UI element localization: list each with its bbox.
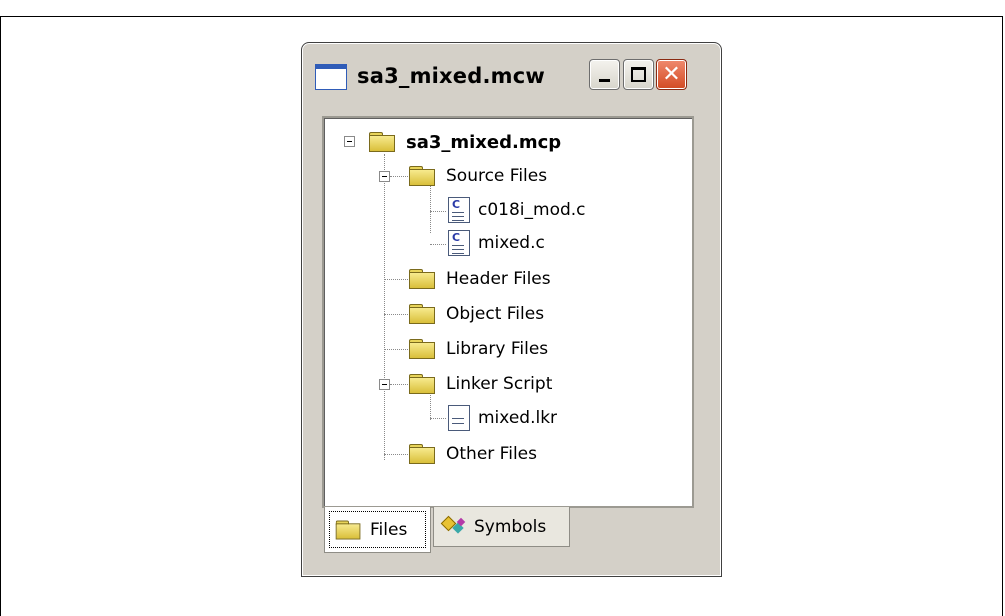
tree-item-other-files[interactable]: Other Files: [408, 442, 537, 466]
collapse-linker-script-icon[interactable]: [379, 379, 390, 390]
symbols-icon: [440, 515, 468, 538]
tree-item-label: sa3_mixed.mcp: [406, 131, 562, 153]
tree-line: [430, 185, 431, 233]
close-icon: ✕: [662, 62, 681, 87]
window-icon: [315, 64, 347, 90]
project-tree[interactable]: sa3_mixed.mcp Source Files C c018i_mod.c…: [322, 116, 694, 508]
tree-item-label: Source Files: [446, 166, 548, 186]
window-title: sa3_mixed.mcw: [357, 64, 545, 88]
tree-item-object-files[interactable]: Object Files: [408, 302, 544, 326]
text-file-icon: [448, 405, 470, 431]
minimize-button[interactable]: [589, 59, 620, 90]
tree-item-file-c018i-mod[interactable]: C c018i_mod.c: [448, 197, 586, 223]
folder-icon: [408, 165, 438, 187]
tree-item-label: mixed.lkr: [478, 408, 558, 428]
folder-icon: [408, 373, 438, 395]
tree-item-library-files[interactable]: Library Files: [408, 337, 548, 361]
tree-item-linker-script[interactable]: Linker Script: [408, 372, 552, 396]
tab-files[interactable]: Files: [324, 507, 431, 553]
folder-icon: [408, 338, 438, 360]
maximize-icon: [631, 67, 646, 82]
folder-icon: [408, 443, 438, 465]
tree-line: [390, 384, 408, 385]
c-file-icon: C: [448, 230, 470, 256]
tree-line: [430, 244, 446, 245]
tree-item-label: Library Files: [446, 339, 549, 359]
tree-item-label: Linker Script: [446, 374, 553, 394]
tab-label: Files: [370, 519, 408, 540]
collapse-project-icon[interactable]: [344, 136, 355, 147]
tree-item-label: Other Files: [446, 444, 537, 464]
folder-icon: [335, 519, 364, 540]
c-file-icon: C: [448, 197, 470, 223]
tree-line: [384, 154, 385, 460]
tree-item-project[interactable]: sa3_mixed.mcp: [368, 130, 561, 154]
tree-line: [384, 349, 408, 350]
tree-line: [384, 314, 408, 315]
tree-line: [384, 454, 408, 455]
folder-icon: [368, 131, 398, 153]
tree-item-label: Object Files: [446, 304, 545, 324]
project-window: sa3_mixed.mcw ✕ sa3_mixed.mcp Source Fil…: [301, 42, 722, 577]
tree-line: [390, 176, 408, 177]
tree-line: [384, 279, 408, 280]
collapse-source-files-icon[interactable]: [379, 171, 390, 182]
tree-item-source-files[interactable]: Source Files: [408, 164, 547, 188]
minimize-icon: [599, 79, 610, 82]
tab-symbols[interactable]: Symbols: [433, 507, 570, 547]
close-button[interactable]: ✕: [656, 59, 687, 90]
tree-line: [430, 211, 446, 212]
tree-item-header-files[interactable]: Header Files: [408, 267, 551, 291]
folder-icon: [408, 303, 438, 325]
tab-label: Symbols: [474, 516, 547, 537]
tree-item-label: Header Files: [446, 269, 551, 289]
title-bar[interactable]: sa3_mixed.mcw ✕: [305, 46, 718, 104]
tree-line: [430, 418, 446, 419]
maximize-button[interactable]: [623, 59, 654, 90]
tree-item-label: mixed.c: [478, 233, 545, 253]
tree-item-file-mixed-c[interactable]: C mixed.c: [448, 230, 545, 256]
folder-icon: [408, 268, 438, 290]
tree-item-label: c018i_mod.c: [478, 200, 586, 220]
tree-item-file-mixed-lkr[interactable]: mixed.lkr: [448, 405, 558, 431]
